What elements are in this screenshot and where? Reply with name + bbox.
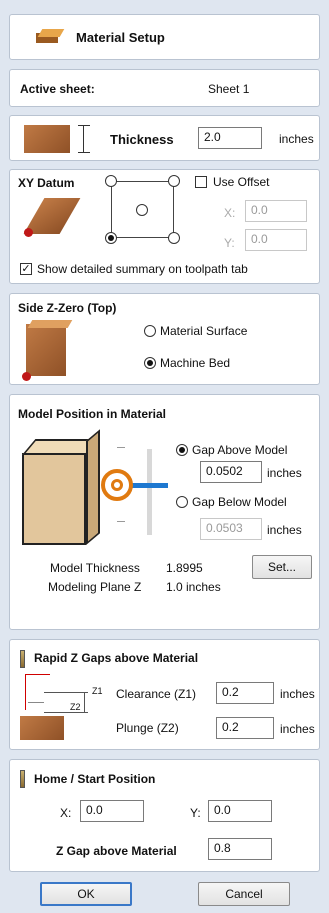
summary-label: Show detailed summary on toolpath tab — [37, 262, 248, 276]
use-offset-checkbox[interactable] — [195, 176, 207, 188]
plunge-input[interactable]: 0.2 — [216, 717, 274, 739]
home-x-input[interactable]: 0.0 — [80, 800, 144, 822]
home-x-label: X: — [60, 806, 72, 820]
material-surface-label: Material Surface — [160, 324, 248, 338]
datum-center-radio[interactable] — [136, 204, 148, 216]
side-z-zero-panel: Side Z-Zero (Top) Material Surface Machi… — [9, 293, 320, 385]
datum-top-right-radio[interactable] — [168, 175, 180, 187]
clearance-label: Clearance (Z1) — [116, 687, 197, 701]
material-block-icon — [36, 29, 65, 43]
model-position-title: Model Position in Material — [18, 407, 167, 421]
z2-tag: Z2 — [70, 702, 81, 712]
model-target-icon — [101, 469, 133, 501]
model-thickness-value: 1.8995 — [166, 561, 203, 575]
clearance-unit: inches — [280, 687, 315, 701]
title-panel: Material Setup — [9, 14, 320, 60]
xy-datum-panel: XY Datum Use Offset X: 0.0 Y: 0.0 ✓ Show… — [9, 169, 320, 284]
material-box-icon — [22, 429, 102, 547]
gap-below-input[interactable]: 0.0503 — [200, 518, 262, 540]
thickness-panel: Thickness 2.0 inches — [9, 115, 320, 161]
clearance-input[interactable]: 0.2 — [216, 682, 274, 704]
z-gap-input[interactable]: 0.8 — [208, 838, 272, 860]
model-thickness-label: Model Thickness — [50, 561, 140, 575]
home-y-input[interactable]: 0.0 — [208, 800, 272, 822]
active-sheet-value[interactable]: Sheet 1 — [208, 82, 249, 96]
tool-icon — [20, 650, 25, 668]
use-offset-label: Use Offset — [213, 175, 270, 189]
offset-x-label: X: — [224, 206, 236, 220]
gap-above-label: Gap Above Model — [192, 443, 288, 457]
datum-top-left-radio[interactable] — [105, 175, 117, 187]
thickness-label: Thickness — [110, 132, 174, 147]
offset-y-label: Y: — [224, 236, 235, 250]
ok-button[interactable]: OK — [40, 882, 132, 906]
gap-below-radio[interactable] — [176, 496, 188, 508]
model-position-panel: Model Position in Material Gap Above Mod… — [9, 394, 320, 630]
active-sheet-label: Active sheet: — [20, 82, 95, 96]
cancel-button[interactable]: Cancel — [198, 882, 290, 906]
modeling-plane-value: 1.0 inches — [166, 580, 221, 594]
rapid-z-panel: Rapid Z Gaps above Material Z1 Z2 Cleara… — [9, 639, 320, 750]
side-z-marker-icon — [22, 372, 31, 381]
summary-checkbox[interactable]: ✓ — [20, 263, 32, 275]
z1-tag: Z1 — [92, 686, 103, 696]
slider-tick-top — [117, 447, 125, 448]
gap-above-input[interactable]: 0.0502 — [200, 461, 262, 483]
side-z-zero-title: Side Z-Zero (Top) — [18, 301, 117, 315]
active-sheet-panel: Active sheet: Sheet 1 — [9, 69, 320, 107]
model-slider-track — [147, 449, 152, 535]
offset-x-input[interactable]: 0.0 — [245, 200, 307, 222]
thickness-measure-icon — [78, 125, 90, 153]
z-gaps-diagram — [20, 672, 100, 744]
offset-y-input[interactable]: 0.0 — [245, 229, 307, 251]
slider-tick-bottom — [117, 521, 125, 522]
machine-bed-radio[interactable] — [144, 357, 156, 369]
home-y-label: Y: — [190, 806, 201, 820]
slider-handle[interactable] — [130, 483, 168, 488]
datum-material-icon — [22, 196, 84, 238]
datum-bottom-right-radio[interactable] — [168, 232, 180, 244]
rapid-z-title: Rapid Z Gaps above Material — [34, 651, 199, 665]
plunge-unit: inches — [280, 722, 315, 736]
z-gap-label: Z Gap above Material — [56, 844, 177, 858]
thickness-material-icon — [24, 125, 70, 153]
modeling-plane-label: Modeling Plane Z — [48, 580, 142, 594]
xy-datum-title: XY Datum — [18, 176, 75, 190]
dialog-title: Material Setup — [76, 30, 165, 45]
side-z-material-icon — [26, 324, 66, 376]
home-tool-icon — [20, 770, 25, 788]
material-surface-radio[interactable] — [144, 325, 156, 337]
home-position-panel: Home / Start Position X: 0.0 Y: 0.0 Z Ga… — [9, 759, 320, 872]
set-model-button[interactable]: Set... — [252, 555, 312, 579]
plunge-label: Plunge (Z2) — [116, 721, 179, 735]
side-z-material-top — [27, 320, 73, 328]
datum-bottom-left-radio[interactable] — [105, 232, 117, 244]
gap-above-unit: inches — [267, 466, 302, 480]
gap-below-label: Gap Below Model — [192, 495, 287, 509]
thickness-input[interactable]: 2.0 — [198, 127, 262, 149]
machine-bed-label: Machine Bed — [160, 356, 231, 370]
home-title: Home / Start Position — [34, 772, 156, 786]
thickness-unit: inches — [279, 132, 314, 146]
gap-below-unit: inches — [267, 523, 302, 537]
gap-above-radio[interactable] — [176, 444, 188, 456]
